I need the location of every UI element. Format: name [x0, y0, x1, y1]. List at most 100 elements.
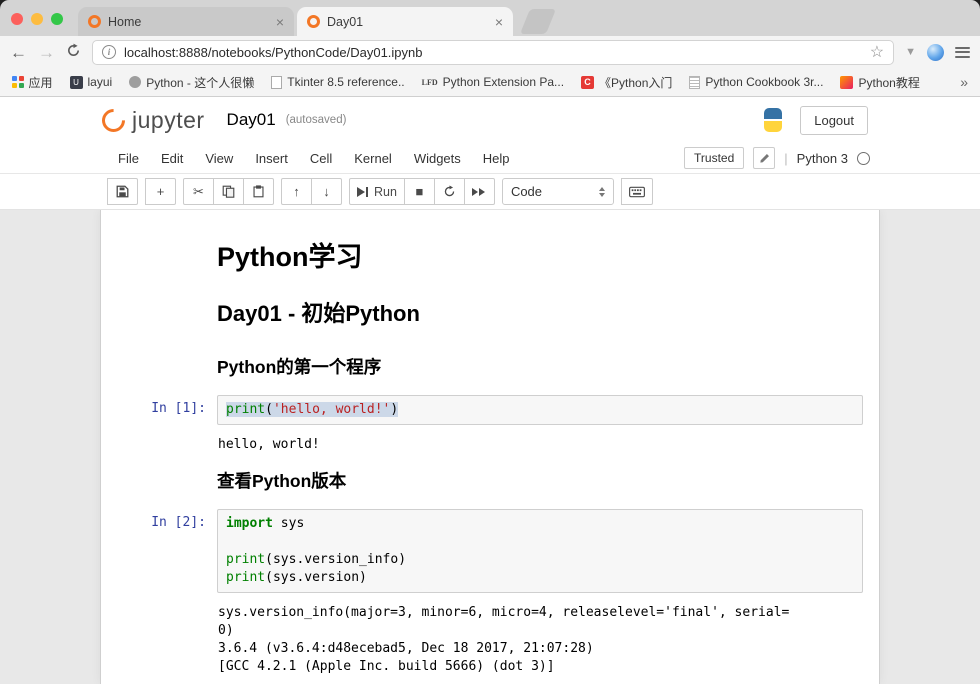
- reload-icon: [66, 43, 81, 58]
- input-prompt: In [2]:: [117, 509, 217, 593]
- jupyter-logo[interactable]: jupyter: [102, 107, 205, 134]
- menu-view[interactable]: View: [194, 151, 244, 166]
- menu-edit[interactable]: Edit: [150, 151, 194, 166]
- menu-insert[interactable]: Insert: [244, 151, 299, 166]
- restart-run-all-button[interactable]: [464, 178, 495, 205]
- tab-strip: Home × Day01 ×: [0, 0, 980, 36]
- browser-menu-icon[interactable]: [955, 47, 970, 58]
- edit-title-button[interactable]: [753, 147, 775, 169]
- new-tab-button[interactable]: [520, 9, 556, 34]
- minimize-window-button[interactable]: [31, 13, 43, 25]
- bookmark-python-intro[interactable]: C 《Python入门: [581, 74, 672, 91]
- heading-3: 查看Python版本: [217, 468, 863, 493]
- markdown-cell-h3b[interactable]: 查看Python版本: [117, 468, 863, 493]
- bookmark-tkinter[interactable]: Tkinter 8.5 reference..: [271, 75, 404, 89]
- fast-forward-icon: [472, 188, 486, 196]
- menu-cell[interactable]: Cell: [299, 151, 343, 166]
- close-window-button[interactable]: [11, 13, 23, 25]
- bookmark-label: Python Cookbook 3r...: [705, 75, 823, 89]
- bookmark-tutorial[interactable]: Python教程: [840, 74, 919, 91]
- markdown-cell-h2[interactable]: Day01 - 初始Python: [117, 296, 863, 328]
- select-arrows-icon: [599, 187, 605, 197]
- bookmark-label: 应用: [29, 74, 53, 91]
- feather-favicon-icon: [840, 76, 853, 89]
- notebook-title[interactable]: Day01: [227, 110, 276, 130]
- traffic-lights: [11, 13, 63, 25]
- url-text: localhost:8888/notebooks/PythonCode/Day0…: [124, 45, 862, 60]
- python-logo-icon: [760, 107, 786, 133]
- back-button[interactable]: ←: [10, 44, 27, 61]
- cell-1-output: hello, world!: [217, 429, 863, 454]
- cell-type-value: Code: [511, 184, 542, 199]
- autosave-status: (autosaved): [286, 114, 347, 126]
- site-info-icon[interactable]: i: [102, 45, 116, 59]
- move-cell-up-button[interactable]: ↑: [281, 178, 312, 205]
- save-icon: [116, 185, 129, 198]
- tab-close-icon[interactable]: ×: [495, 15, 503, 29]
- bookmark-lfd[interactable]: LFD Python Extension Pa...: [422, 75, 564, 89]
- interrupt-kernel-button[interactable]: ■: [404, 178, 435, 205]
- menu-widgets[interactable]: Widgets: [403, 151, 472, 166]
- bookmark-star-icon[interactable]: ☆: [870, 42, 884, 62]
- zoom-window-button[interactable]: [51, 13, 63, 25]
- jupyter-favicon-icon: [88, 15, 101, 28]
- bookmark-apps[interactable]: 应用: [12, 74, 53, 91]
- notebook-container: Python学习 Day01 - 初始Python Python的第一个程序 I…: [100, 210, 880, 684]
- copy-cell-button[interactable]: [213, 178, 244, 205]
- lfd-favicon-icon: LFD: [422, 78, 438, 87]
- command-palette-button[interactable]: [621, 178, 653, 205]
- forward-button[interactable]: →: [38, 44, 55, 61]
- address-bar[interactable]: i localhost:8888/notebooks/PythonCode/Da…: [92, 40, 894, 65]
- run-button[interactable]: Run: [349, 178, 405, 205]
- pencil-icon: [759, 153, 770, 164]
- tab-title: Day01: [327, 15, 488, 29]
- jupyter-menubar: File Edit View Insert Cell Kernel Widget…: [0, 143, 980, 174]
- document-favicon-icon: [271, 76, 282, 89]
- add-cell-button[interactable]: +: [145, 178, 176, 205]
- copy-icon: [222, 185, 235, 198]
- tab-close-icon[interactable]: ×: [276, 15, 284, 29]
- save-button[interactable]: [107, 178, 138, 205]
- book-favicon-icon: [689, 76, 700, 89]
- bookmark-label: 《Python入门: [599, 74, 672, 91]
- code-cell-1[interactable]: In [1]: print('hello, world!'): [117, 395, 863, 425]
- extension-globe-icon[interactable]: [927, 44, 944, 61]
- menu-file[interactable]: File: [107, 151, 150, 166]
- browser-window: Home × Day01 × ← → i localhost:8888/note…: [0, 0, 980, 684]
- jupyter-toolbar: + ✂ ↑ ↓ Run ■: [0, 174, 980, 210]
- logout-button[interactable]: Logout: [800, 106, 868, 135]
- layui-favicon-icon: U: [70, 76, 83, 89]
- tab-home[interactable]: Home ×: [78, 7, 294, 36]
- bookmarks-overflow-chevron[interactable]: »: [960, 74, 968, 90]
- menu-help[interactable]: Help: [472, 151, 521, 166]
- paste-icon: [252, 185, 265, 198]
- menu-kernel[interactable]: Kernel: [343, 151, 403, 166]
- tab-day01[interactable]: Day01 ×: [297, 7, 513, 36]
- code-input[interactable]: print('hello, world!'): [217, 395, 863, 425]
- cell-type-select[interactable]: Code: [502, 178, 614, 205]
- bookmark-label: Python教程: [858, 74, 919, 91]
- cut-cell-button[interactable]: ✂: [183, 178, 214, 205]
- heading-3: Python的第一个程序: [217, 354, 863, 379]
- reload-button[interactable]: [66, 43, 81, 61]
- markdown-cell-h3a[interactable]: Python的第一个程序: [117, 354, 863, 379]
- paste-cell-button[interactable]: [243, 178, 274, 205]
- restart-kernel-button[interactable]: [434, 178, 465, 205]
- bookmark-layui[interactable]: U layui: [70, 75, 113, 89]
- bookmark-label: layui: [88, 75, 113, 89]
- c-site-favicon-icon: C: [581, 76, 594, 89]
- tab-title: Home: [108, 15, 269, 29]
- trusted-badge[interactable]: Trusted: [684, 147, 744, 169]
- code-cell-2[interactable]: In [2]: import sys print(sys.version_inf…: [117, 509, 863, 593]
- bookmark-python-lazy[interactable]: Python - 这个人很懒: [129, 74, 254, 91]
- markdown-cell-h1[interactable]: Python学习: [117, 235, 863, 274]
- code-input[interactable]: import sys print(sys.version_info)print(…: [217, 509, 863, 593]
- kernel-name: Python 3: [797, 151, 848, 166]
- downloads-arrow-icon[interactable]: ▼: [905, 46, 916, 58]
- kernel-idle-icon: [857, 152, 870, 165]
- run-icon-bar: [366, 187, 368, 197]
- bookmark-cookbook[interactable]: Python Cookbook 3r...: [689, 75, 823, 89]
- run-label: Run: [374, 185, 397, 199]
- apps-grid-icon: [12, 76, 24, 88]
- move-cell-down-button[interactable]: ↓: [311, 178, 342, 205]
